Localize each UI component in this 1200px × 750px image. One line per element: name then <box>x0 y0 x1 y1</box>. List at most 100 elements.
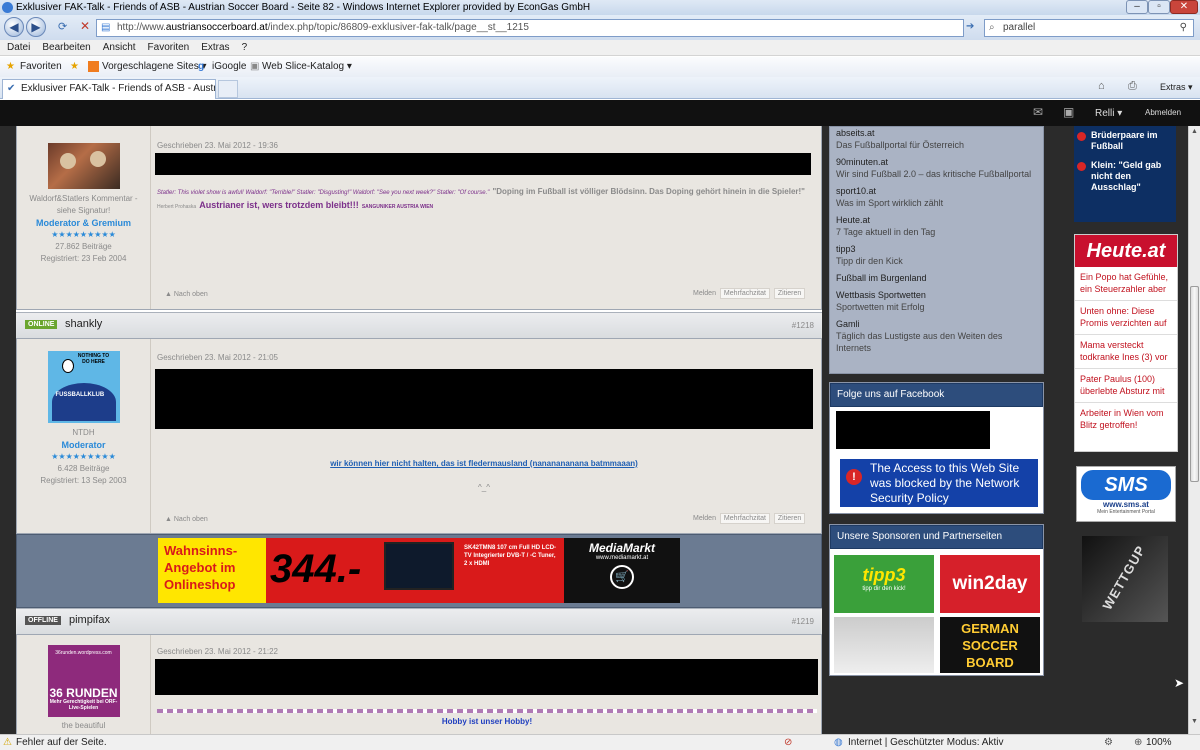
partner-link-sport10[interactable]: sport10.at Was im Sport wirklich zählt <box>836 185 1037 209</box>
zoom-icon: ⊕ <box>1134 737 1143 748</box>
menu-extras[interactable]: Extras <box>194 40 234 56</box>
partner-links-panel: abseits.at Das Fußballportal für Österrei… <box>829 126 1044 374</box>
scroll-down-icon[interactable]: ▼ <box>1190 718 1199 728</box>
mouse-cursor-icon: ➤ <box>1174 676 1185 690</box>
sms-ad[interactable]: SMS www.sms.at Mein Entertainment Portal <box>1076 466 1176 522</box>
blocked-warning-icon: ! <box>846 469 862 485</box>
heute-news-1[interactable]: Ein Popo hat Gefühle, ein Steuerzahler a… <box>1075 267 1177 301</box>
extras-button[interactable]: Extras ▾ <box>1160 82 1193 93</box>
forward-button[interactable]: ▶ <box>26 17 46 37</box>
minimize-button[interactable]: – <box>1126 0 1148 14</box>
tab-active[interactable]: ✔ Exklusiver FAK-Talk - Friends of ASB -… <box>2 79 216 99</box>
menu-bearbeiten[interactable]: Bearbeiten <box>35 40 95 56</box>
menu-help[interactable]: ? <box>235 40 253 56</box>
sponsor-win2day[interactable]: win2day <box>940 555 1040 613</box>
maximize-button[interactable]: ▫ <box>1148 0 1170 14</box>
sponsors-panel-title: Unsere Sponsoren und Partnerseiten <box>830 525 1043 549</box>
go-icon[interactable]: ➔ <box>966 21 974 32</box>
menu-datei[interactable]: Datei <box>0 40 35 56</box>
report-link[interactable]: Melden <box>693 515 716 522</box>
partner-link-burgenland[interactable]: Fußball im Burgenland <box>836 272 1037 284</box>
wettgup-ad[interactable]: WETTGUP <box>1082 536 1168 622</box>
fav-igoogle[interactable]: iGoogle <box>212 57 246 77</box>
partner-link-heute[interactable]: Heute.at 7 Tage aktuell in den Tag <box>836 214 1037 238</box>
print-icon[interactable]: ⎙ <box>1128 80 1137 93</box>
multiquote-button[interactable]: Mehrfachzitat <box>719 288 770 299</box>
fav-web-slice[interactable]: Web Slice-Katalog ▾ <box>262 57 352 77</box>
heute-news-5[interactable]: Arbeiter in Wien vom Blitz getroffen! <box>1075 403 1177 436</box>
logout-link[interactable]: Abmelden <box>1145 108 1181 117</box>
heute-news-2[interactable]: Unten ohne: Diese Promis verzichten auf <box>1075 301 1177 335</box>
username[interactable]: pimpifax <box>69 614 110 626</box>
menu-favoriten[interactable]: Favoriten <box>141 40 195 56</box>
heute-news-3[interactable]: Mama versteckt todkranke Ines (3) vor <box>1075 335 1177 369</box>
report-link[interactable]: Melden <box>693 290 716 297</box>
post-number[interactable]: #1219 <box>792 617 814 626</box>
news-link-2[interactable]: Klein: "Geld gab nicht den Ausschlag" <box>1077 160 1176 193</box>
sms-tagline: Mein Entertainment Portal <box>1097 509 1155 515</box>
heute-news-4[interactable]: Pater Paulus (100) überlebte Absturz mit <box>1075 369 1177 403</box>
warning-icon[interactable]: ⚠ <box>3 735 12 750</box>
member-role: Moderator & Gremium <box>35 218 131 228</box>
notifications-icon[interactable]: ▣ <box>1063 105 1074 119</box>
back-to-top-link[interactable]: ▲ Nach oben <box>165 291 208 298</box>
mediamarkt-banner[interactable]: Wahnsinns-Angebot im Onlineshop 344.- SK… <box>158 538 680 603</box>
multiquote-button[interactable]: Mehrfachzitat <box>719 513 770 524</box>
ie-logo-icon <box>2 2 13 13</box>
fav-suggested-sites[interactable]: Vorgeschlagene Sites ▾ <box>102 57 207 77</box>
new-tab-button[interactable] <box>218 80 238 98</box>
messages-icon[interactable]: ✉ <box>1033 105 1043 119</box>
news-link-1[interactable]: Brüderpaare im Fußball <box>1077 130 1176 152</box>
signature-divider <box>157 709 817 713</box>
sponsor-german-soccer-board[interactable]: GERMAN SOCCER BOARD <box>940 617 1040 673</box>
signature-author: Herbert Prohaska <box>157 204 197 210</box>
post-date: Geschrieben 23. Mai 2012 - 19:36 <box>157 141 278 150</box>
address-input[interactable]: ▤ http://www.austriansoccerboard.at/inde… <box>96 19 964 37</box>
stop-icon[interactable]: ✕ <box>80 19 90 33</box>
quote-button[interactable]: Zitieren <box>773 513 806 524</box>
sponsor-abseits[interactable] <box>834 617 934 673</box>
search-input[interactable]: ⌕ parallel ⚲ <box>984 19 1194 37</box>
refresh-icon[interactable]: ⟳ <box>58 20 67 33</box>
partner-link-wettbasis[interactable]: Wettbasis Sportwetten Sportwetten mit Erf… <box>836 289 1037 313</box>
favorites-button[interactable]: Favoriten <box>20 57 62 77</box>
vertical-scrollbar[interactable]: ▲ ▼ <box>1188 126 1200 734</box>
sms-logo: SMS <box>1081 470 1171 500</box>
search-icon[interactable]: ⚲ <box>1180 20 1187 36</box>
partner-link-abseits[interactable]: abseits.at Das Fußballportal für Österrei… <box>836 127 1037 151</box>
menu-bar: Datei Bearbeiten Ansicht Favoriten Extras? <box>0 40 1200 56</box>
sponsor-tipp3[interactable]: tipp3 tipp dir den kick! <box>834 555 934 613</box>
scroll-up-icon[interactable]: ▲ <box>1190 128 1199 138</box>
post-number[interactable]: #1218 <box>792 321 814 330</box>
avatar-subtitle: Mehr Gerechtigkeit bei ORF-Live-Spielen <box>49 699 118 711</box>
post-date: Geschrieben 23. Mai 2012 - 21:22 <box>157 647 278 656</box>
registered-date: Registriert: 13 Sep 2003 <box>40 476 127 485</box>
status-addon-icon[interactable]: ⊘ <box>784 735 792 750</box>
avatar: NOTHING TO DO HERE FUSSBALLKLUB <box>47 351 120 423</box>
partner-link-tipp3[interactable]: tipp3 Tipp dir den Kick <box>836 243 1037 267</box>
back-to-top-link[interactable]: ▲ Nach oben <box>165 516 208 523</box>
protected-mode-icon[interactable]: ⚙ <box>1104 735 1113 750</box>
security-zone[interactable]: Internet | Geschützter Modus: Aktiv <box>848 735 1003 750</box>
post-signature: Statler: This violet show is awful! Wald… <box>157 185 807 213</box>
partner-link-gamli[interactable]: Gamli Täglich das Lustigste aus den Weite… <box>836 318 1037 354</box>
user-menu[interactable]: Relli ▾ <box>1095 108 1122 119</box>
partner-link-90minuten[interactable]: 90minuten.at Wir sind Fußball 2.0 – das k… <box>836 156 1037 180</box>
add-favorite-icon[interactable]: ★ <box>70 57 79 77</box>
heute-logo[interactable]: Heute.at <box>1075 235 1177 267</box>
quote-button[interactable]: Zitieren <box>773 288 806 299</box>
status-text[interactable]: Fehler auf der Seite. <box>16 735 107 750</box>
back-button[interactable]: ◀ <box>4 17 24 37</box>
zoom-level[interactable]: 100% <box>1146 735 1172 750</box>
username[interactable]: shankly <box>65 318 102 330</box>
status-badge: ONLINE <box>25 320 58 329</box>
home-icon[interactable]: ⌂ <box>1098 80 1105 92</box>
signature-link[interactable]: wir können hier nicht halten, das ist fl… <box>155 459 813 468</box>
banner-offer-text: Wahnsinns-Angebot im Onlineshop <box>158 538 266 603</box>
tab-title: Exklusiver FAK-Talk - Friends of ASB - A… <box>21 83 215 94</box>
scrollbar-thumb[interactable] <box>1190 286 1199 482</box>
avatar-caption: 36runden.wordpress.com <box>55 650 112 656</box>
close-window-button[interactable]: ✕ <box>1170 0 1198 14</box>
registered-date: Registriert: 23 Feb 2004 <box>40 254 127 263</box>
menu-ansicht[interactable]: Ansicht <box>96 40 141 56</box>
